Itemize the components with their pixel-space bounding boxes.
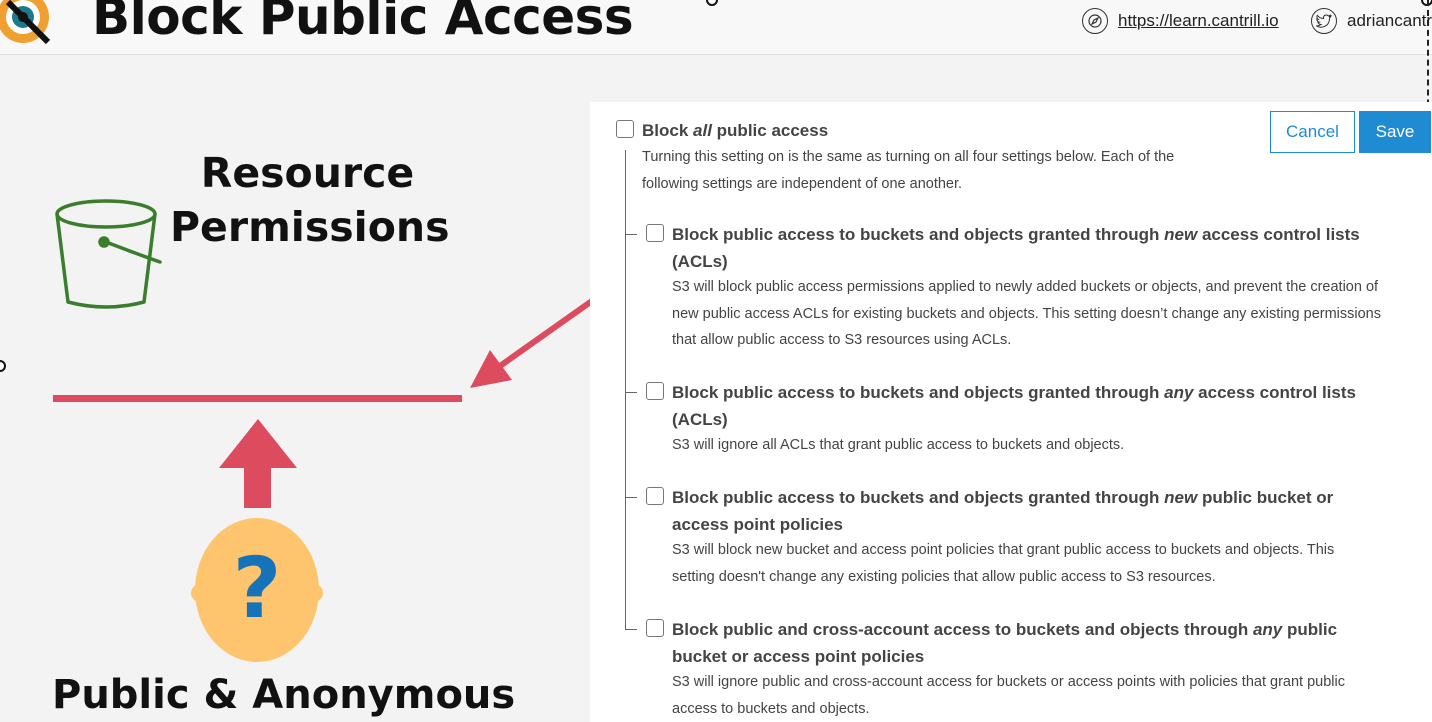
option-new-policies-title: Block public access to buckets and objec… xyxy=(672,488,1334,534)
save-button[interactable]: Save xyxy=(1359,111,1431,153)
website-link-label: https://learn.cantrill.io xyxy=(1118,11,1279,30)
barrier-line xyxy=(53,395,462,402)
option-any-policies-checkbox[interactable] xyxy=(646,619,664,637)
option-any-policies-title: Block public and cross-account access to… xyxy=(672,620,1338,666)
option-any-acls-checkbox[interactable] xyxy=(646,382,664,400)
resource-label-line2: Permissions xyxy=(170,203,450,251)
option-new-policies-checkbox[interactable] xyxy=(646,487,664,505)
twitter-icon xyxy=(1311,8,1337,34)
option-any-acls-description: S3 will ignore all ACLs that grant publi… xyxy=(672,437,1125,453)
public-anonymous-label: Public & Anonymous xyxy=(52,672,516,718)
twitter-link[interactable]: adriancantrill xyxy=(1311,6,1432,36)
tree-tick xyxy=(625,234,637,235)
bucket-icon xyxy=(55,199,162,309)
diagonal-arrow xyxy=(470,298,590,388)
resource-label-line1: Resource xyxy=(200,149,415,197)
option-new-policies-description: S3 will block new bucket and access poin… xyxy=(672,542,1335,585)
option-any-policies-description: S3 will ignore public and cross-account … xyxy=(672,674,1345,717)
page-title: Block Public Access xyxy=(92,0,634,46)
website-link[interactable]: https://learn.cantrill.io xyxy=(1082,6,1279,36)
tree-tick xyxy=(625,392,637,393)
block-all-checkbox[interactable] xyxy=(616,120,634,138)
option-new-acls-description: S3 will block public access permissions … xyxy=(672,279,1381,348)
up-arrow xyxy=(219,419,297,508)
tree-tick xyxy=(625,629,637,630)
option-new-acls-checkbox[interactable] xyxy=(646,224,664,242)
cancel-button[interactable]: Cancel xyxy=(1270,111,1355,153)
question-mark: ? xyxy=(232,539,282,637)
compass-icon xyxy=(1082,8,1108,34)
option-any-acls-title: Block public access to buckets and objec… xyxy=(672,383,1356,429)
header-bar: Block Public Access https://learn.cantri… xyxy=(0,0,1432,55)
block-all-description: Turning this setting on is the same as t… xyxy=(642,149,1175,192)
eye-logo-icon xyxy=(0,0,51,45)
twitter-link-label: adriancantrill xyxy=(1347,11,1432,30)
block-all-title: Block all public access xyxy=(642,121,829,140)
tree-tick xyxy=(625,497,637,498)
resource-permissions-label: Resource Permissions xyxy=(170,146,450,254)
option-new-acls-title: Block public access to buckets and objec… xyxy=(672,225,1360,271)
tree-connector xyxy=(625,150,626,630)
